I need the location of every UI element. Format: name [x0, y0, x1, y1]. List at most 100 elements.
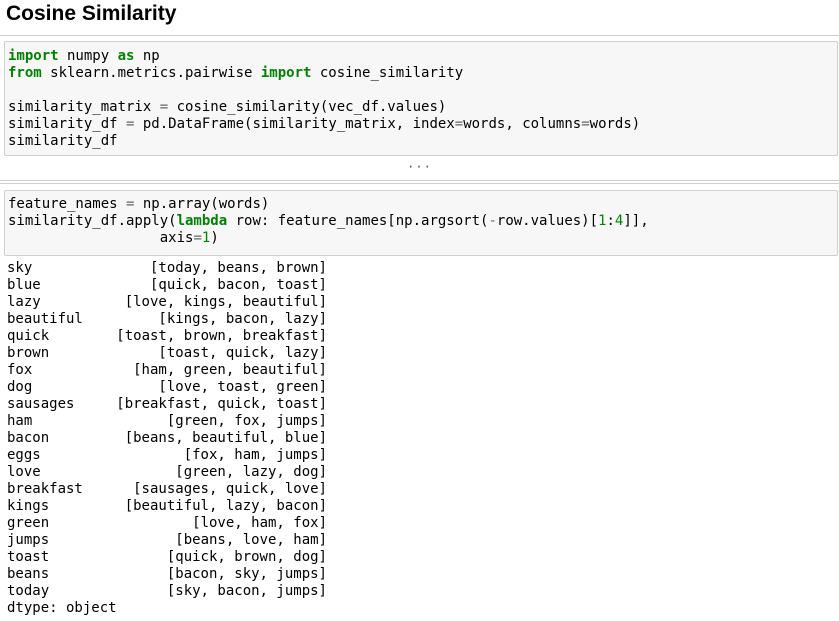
output-index: ham — [7, 413, 33, 429]
output-dtype: dtype: object — [7, 600, 117, 616]
output-value: [kings, bacon, lazy] — [158, 311, 327, 327]
code-text: cosine_similarity(vec_df.values) — [168, 99, 447, 115]
output-value: [fox, ham, jumps] — [183, 447, 327, 463]
code-text: numpy — [58, 48, 118, 64]
output-row: brown [toast, quick, lazy] — [7, 345, 327, 362]
output-index: toast — [7, 549, 50, 565]
output-value: [green, fox, jumps] — [166, 413, 327, 429]
output-row: love [green, lazy, dog] — [7, 464, 327, 481]
output-index: bacon — [7, 430, 50, 446]
output-index: jumps — [7, 532, 50, 548]
output-index: blue — [7, 277, 41, 293]
output-value: [ham, green, beautiful] — [133, 362, 327, 378]
code-text: similarity_matrix — [8, 99, 160, 115]
keyword: as — [117, 48, 135, 64]
code-text: similarity_df — [8, 133, 118, 149]
output-index: sky — [7, 260, 33, 276]
code-text: ]], — [623, 213, 649, 229]
output-value: [love, ham, fox] — [192, 515, 327, 531]
output-value: [beans, beautiful, blue] — [124, 430, 327, 446]
output-index: sausages — [7, 396, 75, 412]
output-row: beautiful [kings, bacon, lazy] — [7, 311, 327, 328]
output-value: [toast, brown, breakfast] — [116, 328, 327, 344]
keyword: lambda — [176, 213, 228, 229]
operator: = — [159, 99, 169, 115]
output-row: blue [quick, bacon, toast] — [7, 277, 327, 294]
code-text: axis — [8, 230, 194, 246]
output-value: [beautiful, lazy, bacon] — [124, 498, 327, 514]
code-text: : — [606, 213, 615, 229]
operator: = — [193, 230, 202, 246]
operator: = — [581, 116, 590, 132]
output-value: [sky, bacon, jumps] — [166, 583, 327, 599]
collapsed-output-ellipsis[interactable]: ··· — [0, 160, 839, 174]
output-value: [love, kings, beautiful] — [124, 294, 327, 310]
code-cell-import[interactable]: import numpy as np from sklearn.metrics.… — [4, 41, 838, 156]
output-row: quick [toast, brown, breakfast] — [7, 328, 327, 345]
heading-divider — [0, 35, 839, 36]
output-value: [toast, quick, lazy] — [158, 345, 327, 361]
output-row: fox [ham, green, beautiful] — [7, 362, 327, 379]
output-row: eggs [fox, ham, jumps] — [7, 447, 327, 464]
output-row: dog [love, toast, green] — [7, 379, 327, 396]
output-index: green — [7, 515, 50, 531]
code-text: row: feature_names[np.argsort( — [227, 213, 489, 229]
output-row: green [love, ham, fox] — [7, 515, 327, 532]
output-value: [quick, brown, dog] — [166, 549, 327, 565]
output-value: [love, toast, green] — [158, 379, 327, 395]
output-row: lazy [love, kings, beautiful] — [7, 294, 327, 311]
output-row: sky [today, beans, brown] — [7, 260, 327, 277]
output-index: today — [7, 583, 50, 599]
output-index: lazy — [7, 294, 41, 310]
code-text: words, columns — [463, 116, 582, 132]
code-text: row.values)[ — [496, 213, 599, 229]
code-editor[interactable]: import numpy as np from sklearn.metrics.… — [8, 48, 640, 150]
output-value: [breakfast, quick, toast] — [116, 396, 327, 412]
code-text: np — [134, 48, 160, 64]
code-text: feature_names — [8, 196, 127, 212]
output-row: bacon [beans, beautiful, blue] — [7, 430, 327, 447]
output-row: beans [bacon, sky, jumps] — [7, 566, 327, 583]
keyword: import — [8, 48, 59, 64]
output-row: kings [beautiful, lazy, bacon] — [7, 498, 327, 515]
output-value: [today, beans, brown] — [149, 260, 327, 276]
cell-output: sky [today, beans, brown] blue [quick, bac… — [7, 260, 327, 617]
section-heading: Cosine Similarity — [6, 2, 177, 25]
output-value: [beans, love, ham] — [175, 532, 327, 548]
code-text: words) — [589, 116, 641, 132]
output-row: jumps [beans, love, ham] — [7, 532, 327, 549]
output-row: breakfast [sausages, quick, love] — [7, 481, 327, 498]
code-text: cosine_similarity — [311, 65, 464, 81]
code-editor[interactable]: feature_names = np.array(words) similari… — [8, 196, 649, 247]
output-index: breakfast — [7, 481, 83, 497]
operator: = — [454, 116, 464, 132]
code-text: np.array(words) — [134, 196, 270, 212]
keyword: from — [8, 65, 42, 81]
code-text: similarity_df.apply( — [8, 213, 177, 229]
output-row: sausages [breakfast, quick, toast] — [7, 396, 327, 413]
code-text: sklearn.metrics.pairwise — [41, 65, 261, 81]
output-index: quick — [7, 328, 50, 344]
output-row: ham [green, fox, jumps] — [7, 413, 327, 430]
output-row: toast [quick, brown, dog] — [7, 549, 327, 566]
output-index: beans — [7, 566, 50, 582]
code-text: similarity_df — [8, 116, 127, 132]
output-index: dog — [7, 379, 33, 395]
keyword: import — [260, 65, 312, 81]
output-index: fox — [7, 362, 33, 378]
output-value: [green, lazy, dog] — [175, 464, 327, 480]
output-index: eggs — [7, 447, 41, 463]
output-row: today [sky, bacon, jumps] — [7, 583, 327, 600]
output-value: [sausages, quick, love] — [133, 481, 327, 497]
code-text: pd.DataFrame(similarity_matrix, index — [134, 116, 455, 132]
output-value: [bacon, sky, jumps] — [166, 566, 327, 582]
output-index: beautiful — [7, 311, 83, 327]
output-value: [quick, bacon, toast] — [149, 277, 327, 293]
code-text: ) — [210, 230, 219, 246]
output-index: kings — [7, 498, 50, 514]
cell-divider — [0, 183, 839, 184]
code-cell-apply[interactable]: feature_names = np.array(words) similari… — [4, 190, 838, 256]
output-index: love — [7, 464, 41, 480]
operator: - — [488, 213, 497, 229]
output-index: brown — [7, 345, 50, 361]
